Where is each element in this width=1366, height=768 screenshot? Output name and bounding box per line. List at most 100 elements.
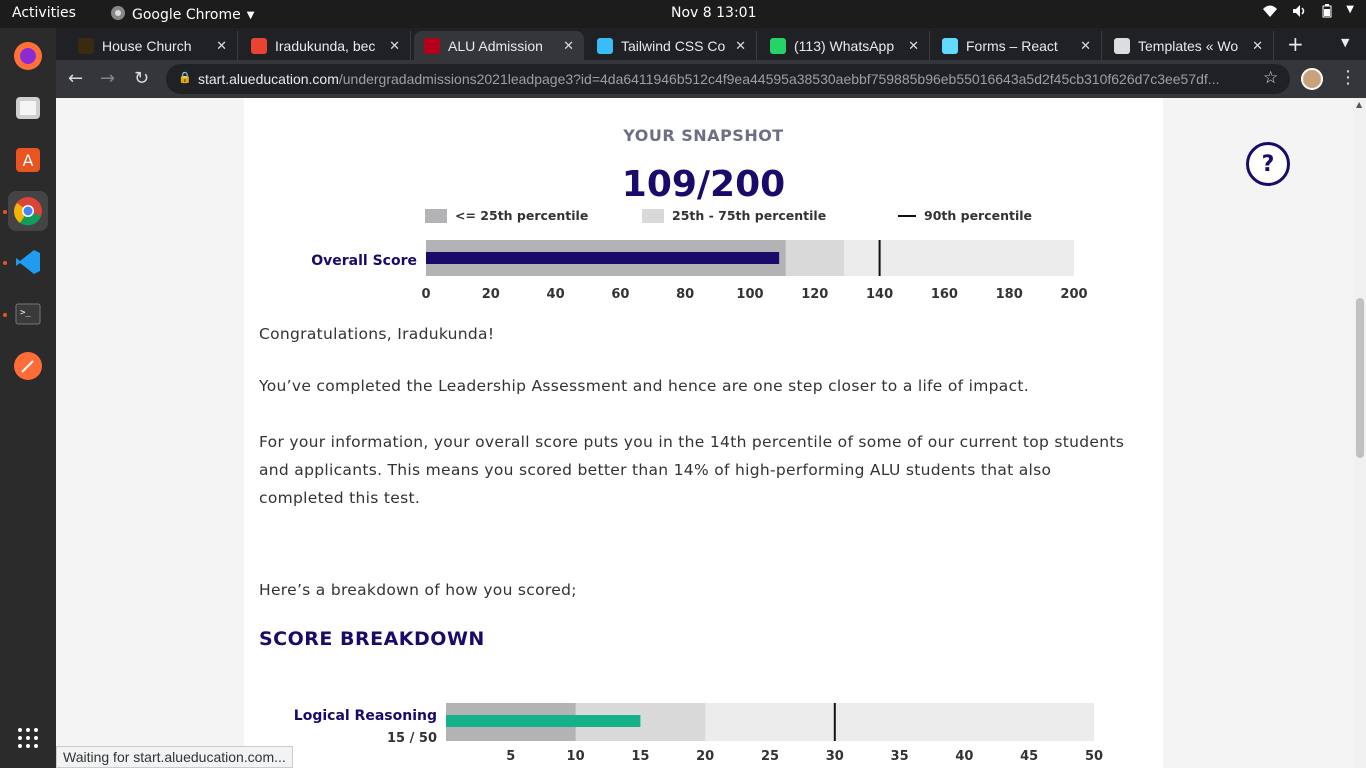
tab-label: Templates « Wo bbox=[1138, 37, 1239, 54]
tab-label: Tailwind CSS Co bbox=[621, 37, 726, 54]
tab-4[interactable]: (113) WhatsApp ✕ bbox=[760, 31, 930, 60]
more-menu-icon[interactable]: ⋮ bbox=[1339, 67, 1357, 88]
completed-text: You’ve completed the Leadership Assessme… bbox=[259, 377, 1030, 395]
scrollbar[interactable]: ▲ bbox=[1354, 98, 1366, 768]
close-tab-icon[interactable]: ✕ bbox=[389, 38, 400, 54]
tab-strip: House Church ✕ Iradukunda, bec ✕ ALU Admissi… bbox=[56, 28, 1366, 60]
tab-label: Forms – React bbox=[966, 37, 1058, 54]
tab-label: (113) WhatsApp bbox=[794, 37, 895, 54]
url-path: /undergradadmissions2021leadpage3?id=4da… bbox=[338, 71, 1220, 87]
firefox-icon[interactable] bbox=[8, 36, 48, 76]
bookmark-star-icon[interactable]: ☆ bbox=[1263, 68, 1278, 88]
svg-text:>_: >_ bbox=[20, 308, 31, 318]
activities-button[interactable]: Activities bbox=[12, 5, 76, 21]
files-icon[interactable] bbox=[8, 88, 48, 128]
tick-label: 200 bbox=[1060, 287, 1087, 302]
scroll-up-icon[interactable]: ▲ bbox=[1356, 100, 1362, 109]
legend-mid-label: 25th - 75th percentile bbox=[672, 208, 827, 223]
volume-icon bbox=[1292, 4, 1308, 22]
tick-label: 100 bbox=[736, 287, 763, 302]
tab-1[interactable]: Iradukunda, bec ✕ bbox=[241, 31, 411, 60]
app-name: Google Chrome bbox=[132, 7, 241, 23]
legend-high-label: 90th percentile bbox=[924, 208, 1033, 223]
chevron-down-icon: ▼ bbox=[246, 9, 255, 21]
new-tab-button[interactable]: + bbox=[1287, 32, 1304, 56]
tick-label: 60 bbox=[611, 287, 629, 302]
tick-label: 160 bbox=[931, 287, 958, 302]
terminal-icon[interactable]: >_ bbox=[8, 294, 48, 334]
scrollbar-thumb[interactable] bbox=[1356, 298, 1364, 458]
close-tab-icon[interactable]: ✕ bbox=[216, 38, 227, 54]
tab-3[interactable]: Tailwind CSS Co ✕ bbox=[587, 31, 757, 60]
help-button[interactable]: ? bbox=[1246, 142, 1290, 186]
close-tab-icon[interactable]: ✕ bbox=[1080, 38, 1091, 54]
close-tab-icon[interactable]: ✕ bbox=[908, 38, 919, 54]
tab-favicon-icon bbox=[424, 37, 440, 54]
reload-icon[interactable]: ↻ bbox=[134, 68, 149, 89]
chart-label: Logical Reasoning bbox=[294, 708, 437, 724]
software-center-icon[interactable]: A bbox=[8, 140, 48, 180]
tick-label: 120 bbox=[801, 287, 828, 302]
tab-2[interactable]: ALU Admission ✕ bbox=[414, 31, 584, 60]
svg-text:A: A bbox=[23, 151, 34, 170]
url-host: start.alueducation.com bbox=[198, 71, 339, 87]
chart-value-label: 15 / 50 bbox=[387, 731, 437, 746]
logical-reasoning-chart: Logical Reasoning 15 / 50 5 10 15 20 25 30 35 40 4… bbox=[294, 703, 1103, 764]
legend-mid: 25th - 75th percentile bbox=[642, 208, 826, 223]
tick-label: 0 bbox=[421, 287, 430, 302]
tab-favicon-icon bbox=[251, 37, 267, 54]
close-tab-icon[interactable]: ✕ bbox=[735, 38, 746, 54]
tick-label: 25 bbox=[761, 749, 779, 764]
address-bar[interactable]: 🔒 start.alueducation.com/undergradadmiss… bbox=[166, 64, 1290, 94]
lock-icon: 🔒 bbox=[178, 72, 192, 84]
show-apps-icon[interactable] bbox=[8, 718, 48, 758]
tick-label: 40 bbox=[955, 749, 973, 764]
postman-icon[interactable] bbox=[8, 346, 48, 386]
legend-high-line bbox=[898, 214, 916, 217]
legend-low-swatch bbox=[425, 208, 447, 223]
vscode-icon[interactable] bbox=[8, 242, 48, 282]
legend-high: 90th percentile bbox=[898, 208, 1032, 223]
results-card: YOUR SNAPSHOT 109/200 <= 25th percentile… bbox=[244, 98, 1163, 768]
battery-icon bbox=[1322, 4, 1332, 22]
tick-label: 20 bbox=[482, 287, 500, 302]
tick-label: 140 bbox=[866, 287, 893, 302]
browser-toolbar: ← → ↻ 🔒 start.alueducation.com/undergrad… bbox=[56, 60, 1366, 98]
tab-favicon-icon bbox=[78, 37, 94, 54]
tab-label: ALU Admission bbox=[448, 37, 543, 54]
page-viewport: YOUR SNAPSHOT 109/200 <= 25th percentile… bbox=[56, 98, 1366, 768]
tab-5[interactable]: Forms – React ✕ bbox=[932, 31, 1102, 60]
clock[interactable]: Nov 8 13:01 bbox=[671, 5, 756, 21]
chart-label: Overall Score bbox=[311, 253, 417, 269]
avatar[interactable] bbox=[1301, 68, 1323, 90]
tab-0[interactable]: House Church ✕ bbox=[68, 31, 238, 60]
tab-favicon-icon bbox=[770, 37, 786, 54]
tick-label: 80 bbox=[676, 287, 694, 302]
power-menu-icon: ▼ bbox=[1346, 4, 1354, 15]
system-top-bar: Activities Google Chrome ▼ Nov 8 13:01 ▼ bbox=[0, 0, 1366, 28]
info-text: For your information, your overall score… bbox=[259, 433, 1125, 507]
tab-favicon-icon bbox=[597, 37, 613, 54]
legend-low: <= 25th percentile bbox=[425, 208, 588, 223]
legend-mid-swatch bbox=[642, 208, 664, 223]
tick-label: 10 bbox=[567, 749, 585, 764]
status-bubble: Waiting for start.alueducation.com... bbox=[56, 746, 293, 768]
overall-score-chart: Overall Score 0 20 40 60 80 100 120 140 160 180 200 bbox=[311, 240, 1088, 302]
tab-search-chevron-icon[interactable]: ▼ bbox=[1341, 36, 1349, 49]
close-tab-icon[interactable]: ✕ bbox=[563, 38, 574, 54]
tab-6[interactable]: Templates « Wo ✕ bbox=[1104, 31, 1274, 60]
dock: A >_ bbox=[0, 28, 56, 768]
close-tab-icon[interactable]: ✕ bbox=[1252, 38, 1263, 54]
score-bar bbox=[426, 252, 780, 264]
system-tray[interactable]: ▼ bbox=[1262, 4, 1354, 22]
tick-label: 5 bbox=[506, 749, 515, 764]
forward-arrow-icon[interactable]: → bbox=[100, 68, 115, 89]
score-bar bbox=[446, 715, 641, 727]
tick-label: 35 bbox=[891, 749, 909, 764]
app-menu[interactable]: Google Chrome ▼ bbox=[110, 5, 254, 25]
running-indicator bbox=[3, 313, 7, 317]
back-arrow-icon[interactable]: ← bbox=[68, 68, 83, 89]
breakdown-title: SCORE BREAKDOWN bbox=[259, 628, 485, 650]
chrome-dock-icon[interactable] bbox=[8, 191, 48, 231]
tick-label: 15 bbox=[631, 749, 649, 764]
